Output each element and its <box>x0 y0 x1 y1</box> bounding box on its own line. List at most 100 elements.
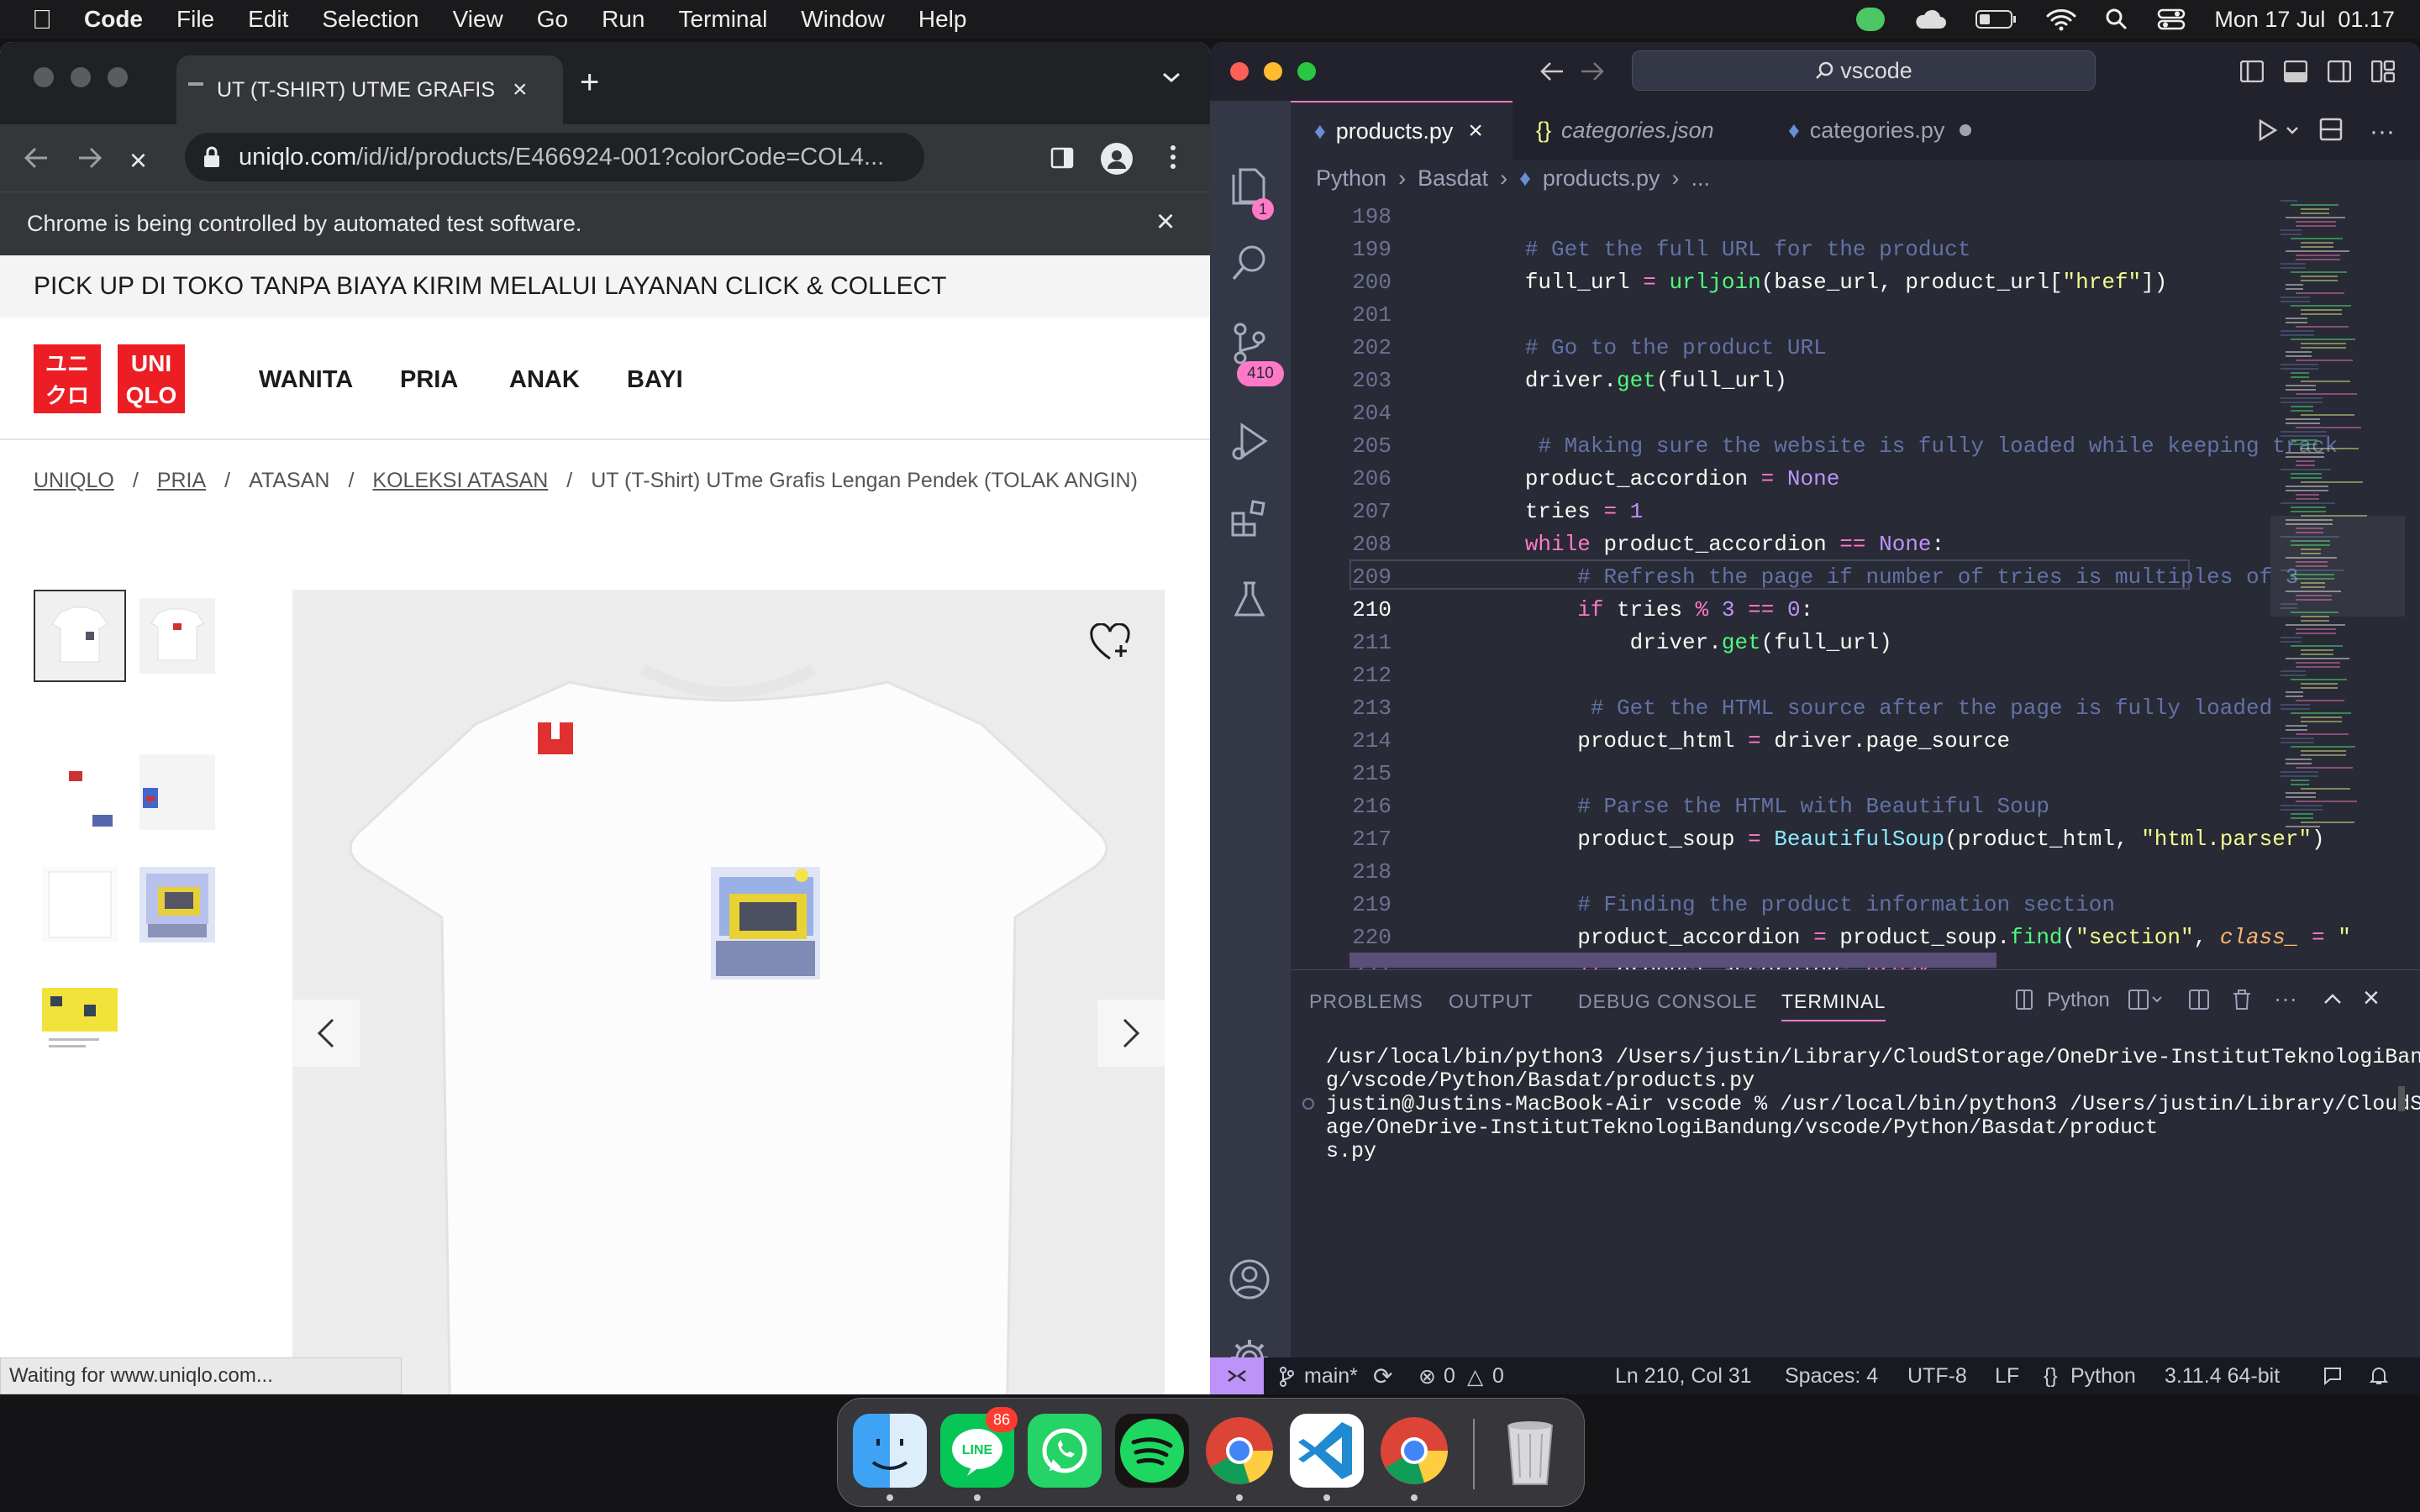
code-line[interactable]: # Finding the product information sectio… <box>1420 890 2115 920</box>
spotlight-icon[interactable] <box>2105 8 2128 31</box>
breadcrumb-pria[interactable]: PRIA <box>157 469 206 493</box>
sync-icon[interactable]: ⟳ <box>1373 1362 1392 1390</box>
code-line[interactable]: driver.get(full_url) <box>1420 365 1787 396</box>
python-interpreter[interactable]: 3.11.4 64-bit <box>2165 1364 2280 1389</box>
run-dropdown-icon[interactable] <box>2286 126 2299 134</box>
apple-icon[interactable]:  <box>32 4 52 35</box>
vscode-close-button[interactable] <box>1230 62 1249 81</box>
line-ending[interactable]: LF <box>1995 1364 2019 1389</box>
tab-products-py[interactable]: ♦ products.py × <box>1291 101 1512 160</box>
tab-close-icon[interactable]: × <box>513 76 528 104</box>
new-tab-button[interactable]: + <box>580 64 599 102</box>
line-status-icon[interactable] <box>1856 8 1886 31</box>
thumbnail-1[interactable] <box>34 590 126 682</box>
chrome-app-icon[interactable] <box>1202 1414 1276 1488</box>
tab-search-icon[interactable] <box>1161 71 1181 84</box>
terminal-output[interactable]: /usr/local/bin/python3 /Users/justin/Lib… <box>1326 1046 2420 1163</box>
command-center-search[interactable]: vscode <box>1632 50 2096 91</box>
nav-forward-icon[interactable] <box>1580 60 1605 82</box>
promo-banner[interactable]: PICK UP DI TOKO TANPA BIAYA KIRIM MELALU… <box>0 255 1210 318</box>
thumbnail-3[interactable] <box>42 754 118 830</box>
run-debug-icon[interactable] <box>1230 420 1269 462</box>
code-line[interactable]: # Get the full URL for the product <box>1420 234 1971 265</box>
control-center-icon[interactable] <box>2157 8 2186 31</box>
tab-close-icon[interactable]: × <box>1468 117 1483 145</box>
code-line[interactable]: while product_accordion == None: <box>1420 529 1944 559</box>
editor-more-icon[interactable]: ··· <box>2370 118 2395 146</box>
warning-icon[interactable]: △ <box>1467 1364 1483 1389</box>
language-mode[interactable]: Python <box>2070 1364 2136 1389</box>
menu-go[interactable]: Go <box>537 6 568 33</box>
nav-back-icon[interactable] <box>1539 60 1565 82</box>
menubar-clock[interactable]: Mon 17 Jul 01.17 <box>2214 7 2395 33</box>
code-line[interactable]: driver.get(full_url) <box>1420 627 1892 658</box>
menu-view[interactable]: View <box>453 6 503 33</box>
panel-tab-output[interactable]: OUTPUT <box>1449 990 1534 1013</box>
side-panel-icon[interactable] <box>1050 146 1074 170</box>
stop-loading-icon[interactable]: × <box>129 143 147 178</box>
product-main-image[interactable] <box>292 590 1165 1394</box>
tab-categories-json[interactable]: {} categories.json <box>1512 101 1765 160</box>
chrome-app-icon-2[interactable] <box>1377 1414 1451 1488</box>
warning-count[interactable]: 0 <box>1492 1364 1504 1389</box>
testing-icon[interactable] <box>1230 580 1269 618</box>
menu-edit[interactable]: Edit <box>248 6 288 33</box>
indentation[interactable]: Spaces: 4 <box>1785 1364 1878 1389</box>
terminal-profile-label[interactable]: Python <box>2047 989 2110 1012</box>
back-icon[interactable] <box>24 146 49 170</box>
vscode-minimize-button[interactable] <box>1264 62 1282 81</box>
notifications-bell-icon[interactable] <box>2370 1366 2388 1386</box>
run-file-icon[interactable] <box>2257 119 2279 141</box>
cursor-position[interactable]: Ln 210, Col 31 <box>1615 1364 1752 1389</box>
chrome-close-button[interactable] <box>34 67 54 87</box>
new-terminal-split-icon[interactable] <box>2128 989 2163 1011</box>
crumb-file[interactable]: products.py <box>1543 165 1660 192</box>
cloud-icon[interactable] <box>1913 8 1947 30</box>
thumbnail-6[interactable] <box>139 867 215 942</box>
panel-tab-terminal[interactable]: TERMINAL <box>1781 990 1886 1021</box>
battery-icon[interactable] <box>1975 9 2018 29</box>
menu-window[interactable]: Window <box>801 6 885 33</box>
code-line[interactable]: # Get the HTML source after the page is … <box>1420 693 2272 723</box>
code-line[interactable]: full_url = urljoin(base_url, product_url… <box>1420 267 2168 297</box>
chrome-tab-active[interactable]: UT (T-SHIRT) UTME GRAFIS LE × <box>176 55 563 124</box>
address-bar[interactable]: uniqlo.com/id/id/products/E466924-001?co… <box>185 133 924 181</box>
tab-categories-py[interactable]: ♦ categories.py <box>1765 101 2008 160</box>
menu-help[interactable]: Help <box>918 6 967 33</box>
panel-tab-debug-console[interactable]: DEBUG CONSOLE <box>1578 990 1758 1013</box>
code-line[interactable]: product_html = driver.page_source <box>1420 726 2010 756</box>
code-line[interactable]: product_accordion = product_soup.find("s… <box>1420 922 2351 953</box>
source-control-icon[interactable] <box>1230 323 1269 365</box>
wishlist-heart-icon[interactable] <box>1089 623 1131 662</box>
crumb-python[interactable]: Python <box>1316 165 1386 192</box>
code-line[interactable]: # Refresh the page if number of tries is… <box>1420 562 2298 592</box>
minimap[interactable] <box>2270 197 2405 969</box>
code-line[interactable]: # Making sure the website is fully loade… <box>1420 431 2338 461</box>
chrome-zoom-button[interactable] <box>108 67 128 87</box>
error-icon[interactable]: ⊗ <box>1418 1364 1436 1389</box>
kill-terminal-icon[interactable] <box>2232 989 2252 1011</box>
code-line[interactable]: # Go to the product URL <box>1420 333 1827 363</box>
code-line[interactable]: if tries % 3 == 0: <box>1420 595 1813 625</box>
whatsapp-icon[interactable] <box>1028 1414 1102 1488</box>
menu-file[interactable]: File <box>176 6 214 33</box>
toggle-panel-icon[interactable] <box>2284 60 2307 82</box>
terminal-scrollbar[interactable] <box>2398 1086 2405 1111</box>
extensions-icon[interactable] <box>1230 499 1269 538</box>
code-line[interactable]: # Parse the HTML with Beautiful Soup <box>1420 791 2049 822</box>
customize-layout-icon[interactable] <box>2371 60 2395 82</box>
thumbnail-5[interactable] <box>42 867 118 942</box>
forward-icon[interactable] <box>77 146 103 170</box>
maximize-panel-icon[interactable] <box>2323 992 2343 1005</box>
remote-indicator[interactable] <box>1210 1357 1264 1394</box>
code-line[interactable]: tries = 1 <box>1420 496 1643 527</box>
carousel-next-button[interactable] <box>1097 1000 1165 1067</box>
menu-terminal[interactable]: Terminal <box>678 6 767 33</box>
uniqlo-logo[interactable]: ユニ クロ UNI QLO <box>34 344 185 413</box>
profile-icon[interactable] <box>1101 143 1133 175</box>
vscode-app-icon[interactable] <box>1290 1414 1364 1488</box>
nav-anak[interactable]: ANAK <box>509 366 580 394</box>
search-view-icon[interactable] <box>1230 244 1269 282</box>
menu-selection[interactable]: Selection <box>322 6 418 33</box>
branch-name[interactable]: main* <box>1304 1364 1358 1389</box>
